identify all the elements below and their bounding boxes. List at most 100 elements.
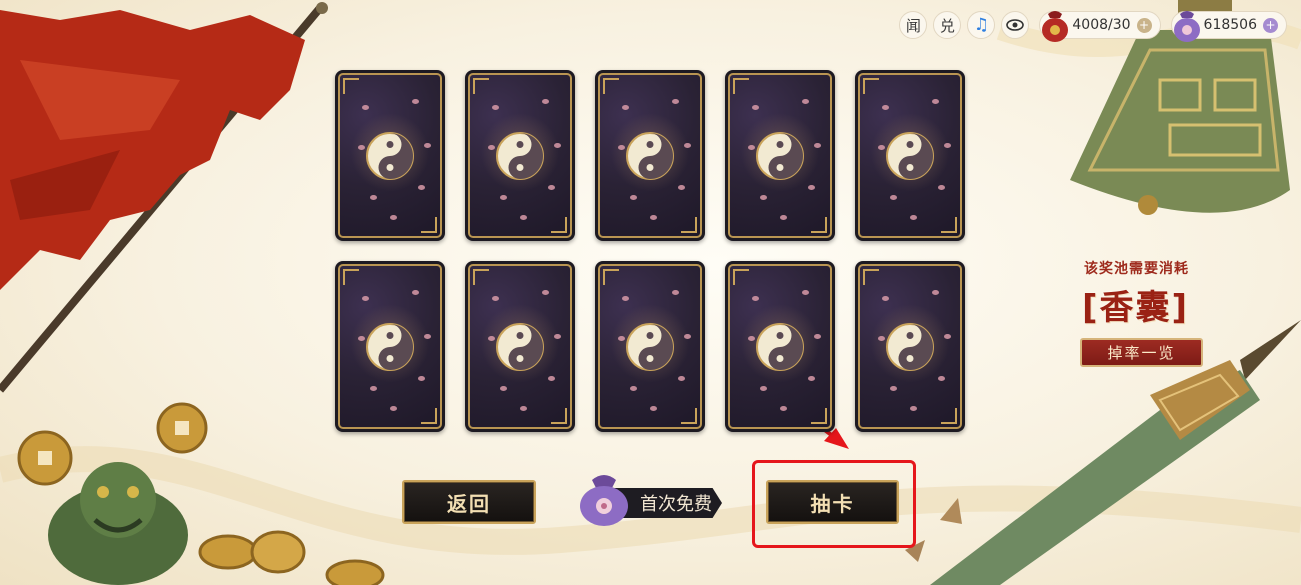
petal-decoration <box>890 195 897 200</box>
petal-decoration <box>520 215 527 220</box>
back-button[interactable]: 返回 <box>402 480 536 524</box>
petal-decoration <box>554 334 561 339</box>
card-face <box>858 73 962 238</box>
taiji-icon <box>366 131 414 180</box>
eye-icon <box>1006 19 1025 31</box>
resource-bar: 闻 兑 ♫ 4008/30 + 618506 + <box>899 11 1287 42</box>
petal-decoration <box>424 334 431 339</box>
petal-decoration <box>542 290 549 295</box>
petal-decoration <box>938 376 945 381</box>
petal-decoration <box>684 334 691 339</box>
petal-decoration <box>370 195 377 200</box>
petal-decoration <box>542 99 549 104</box>
card-face <box>858 264 962 429</box>
card-back[interactable] <box>595 261 705 432</box>
petal-decoration <box>500 195 507 200</box>
add-purple-pouch-button[interactable]: + <box>1263 17 1278 33</box>
petal-decoration <box>622 296 629 301</box>
red-pouch-currency: 4008/30 + <box>1039 11 1161 42</box>
card-back[interactable] <box>725 261 835 432</box>
card-face <box>338 73 442 238</box>
cost-item-name: [香囊] <box>1082 288 1190 328</box>
card-face <box>468 264 572 429</box>
petal-decoration <box>802 99 809 104</box>
taiji-icon <box>756 131 804 180</box>
news-label: 闻 <box>905 16 921 35</box>
purple-pouch-icon <box>1173 11 1200 42</box>
petal-decoration <box>492 296 499 301</box>
eye-button[interactable] <box>1001 11 1030 39</box>
petal-decoration <box>752 296 759 301</box>
petal-decoration <box>944 143 951 148</box>
petal-decoration <box>678 185 685 190</box>
petal-decoration <box>418 376 425 381</box>
petal-decoration <box>548 376 555 381</box>
taiji-icon <box>886 131 934 180</box>
card-back[interactable] <box>335 70 445 241</box>
taiji-icon <box>626 322 674 371</box>
petal-decoration <box>492 105 499 110</box>
news-button[interactable]: 闻 <box>899 11 928 39</box>
petal-decoration <box>752 105 759 110</box>
petal-decoration <box>618 336 625 341</box>
petal-decoration <box>780 215 787 220</box>
card-back[interactable] <box>855 70 965 241</box>
petal-decoration <box>672 290 679 295</box>
add-red-pouch-button[interactable]: + <box>1136 17 1152 33</box>
petal-decoration <box>932 290 939 295</box>
petal-decoration <box>622 105 629 110</box>
card-back[interactable] <box>465 261 575 432</box>
taiji-icon <box>366 322 414 371</box>
petal-decoration <box>760 386 767 391</box>
petal-decoration <box>882 296 889 301</box>
petal-decoration <box>630 386 637 391</box>
card-face <box>728 264 832 429</box>
purple-pouch-icon <box>580 475 628 526</box>
petal-decoration <box>488 145 495 150</box>
petal-decoration <box>362 296 369 301</box>
taiji-icon <box>886 322 934 371</box>
card-back[interactable] <box>335 261 445 432</box>
petal-decoration <box>814 334 821 339</box>
petal-decoration <box>412 99 419 104</box>
petal-decoration <box>370 386 377 391</box>
petal-decoration <box>650 406 657 411</box>
purple-pouch-count: 618506 <box>1203 17 1257 33</box>
card-back[interactable] <box>855 261 965 432</box>
petal-decoration <box>760 195 767 200</box>
petal-decoration <box>630 195 637 200</box>
card-back[interactable] <box>465 70 575 241</box>
petal-decoration <box>808 376 815 381</box>
petal-decoration <box>618 145 625 150</box>
petal-decoration <box>802 290 809 295</box>
first-free-label: 首次免费 <box>640 494 712 515</box>
petal-decoration <box>424 143 431 148</box>
taiji-icon <box>496 322 544 371</box>
purple-pouch-currency: 618506 + <box>1170 11 1287 42</box>
drop-rates-button[interactable]: 掉率一览 <box>1080 338 1203 367</box>
music-note-icon: ♫ <box>973 15 989 35</box>
exchange-button[interactable]: 兑 <box>933 11 962 39</box>
card-face <box>468 73 572 238</box>
music-button[interactable]: ♫ <box>967 11 996 39</box>
petal-decoration <box>358 145 365 150</box>
card-face <box>598 73 702 238</box>
taiji-icon <box>626 131 674 180</box>
petal-decoration <box>418 185 425 190</box>
petal-decoration <box>748 336 755 341</box>
petal-decoration <box>500 386 507 391</box>
card-back[interactable] <box>595 70 705 241</box>
petal-decoration <box>910 215 917 220</box>
petal-decoration <box>932 99 939 104</box>
card-face <box>728 73 832 238</box>
war-flag-icon <box>0 10 305 290</box>
petal-decoration <box>358 336 365 341</box>
red-pouch-icon <box>1042 11 1069 42</box>
game-scene: 闻 兑 ♫ 4008/30 + 618506 + 该奖池需要消耗 [香囊] 掉率… <box>0 0 1301 585</box>
petal-decoration <box>748 145 755 150</box>
cost-label: 该奖池需要消耗 <box>1084 261 1189 277</box>
card-back[interactable] <box>725 70 835 241</box>
taiji-icon <box>756 322 804 371</box>
highlight-box <box>752 460 916 548</box>
petal-decoration <box>390 215 397 220</box>
